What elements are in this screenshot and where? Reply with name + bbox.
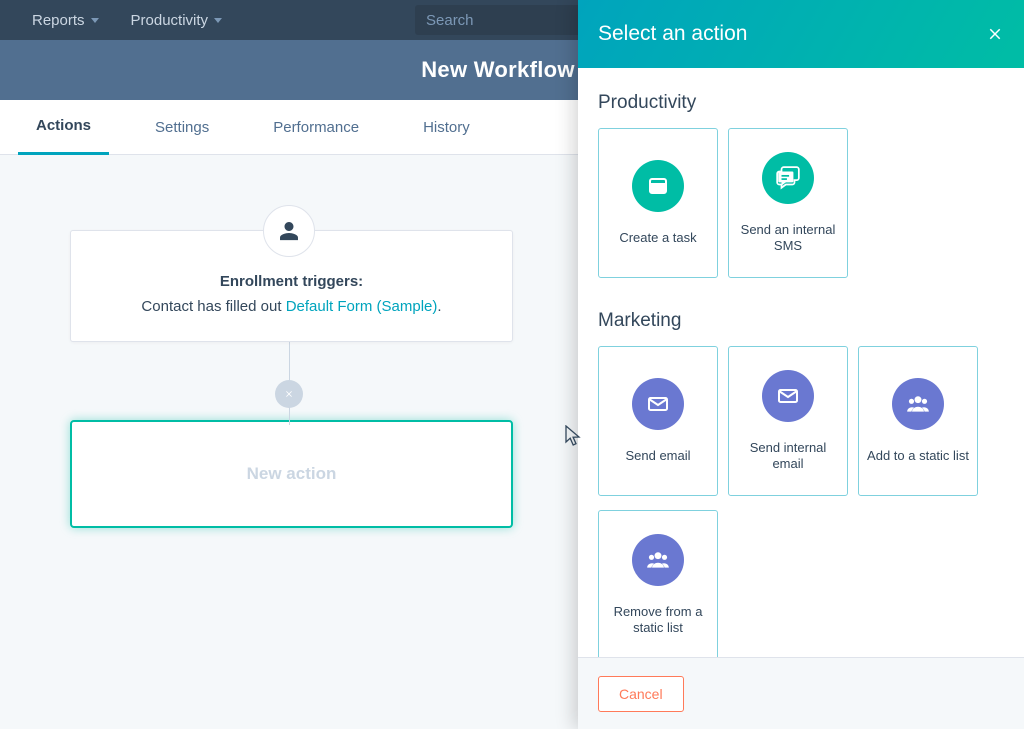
chevron-down-icon — [91, 18, 99, 23]
tab-label: Actions — [36, 117, 91, 134]
nav-item-productivity[interactable]: Productivity — [131, 12, 223, 29]
tab-label: History — [423, 119, 470, 136]
tab-performance[interactable]: Performance — [255, 100, 377, 155]
workflow-title: New Workflow — [421, 57, 575, 83]
card-label: Send an internal SMS — [729, 222, 847, 255]
panel-body: Productivity Create a task Send an inter… — [578, 68, 1024, 657]
action-card-send-internal-email[interactable]: Send internal email — [728, 346, 848, 496]
workflow-canvas: Enrollment triggers: Contact has filled … — [0, 155, 578, 729]
tab-settings[interactable]: Settings — [137, 100, 227, 155]
action-card-create-task[interactable]: Create a task — [598, 128, 718, 278]
tab-label: Settings — [155, 119, 209, 136]
action-card-add-static-list[interactable]: Add to a static list — [858, 346, 978, 496]
action-card-send-email[interactable]: Send email — [598, 346, 718, 496]
panel-title: Select an action — [598, 22, 747, 46]
cancel-button[interactable]: Cancel — [598, 676, 684, 712]
new-action-card[interactable]: New action — [70, 420, 513, 528]
card-label: Remove from a static list — [599, 604, 717, 637]
card-label: Send email — [619, 448, 696, 464]
section-title-productivity: Productivity — [598, 92, 1004, 114]
panel-header: Select an action — [578, 0, 1024, 68]
group-icon — [632, 534, 684, 586]
close-icon — [284, 389, 294, 399]
new-action-label: New action — [247, 464, 337, 484]
card-label: Add to a static list — [861, 448, 975, 464]
section-title-marketing: Marketing — [598, 310, 1004, 332]
action-card-send-internal-sms[interactable]: Send an internal SMS — [728, 128, 848, 278]
remove-step-button[interactable] — [275, 380, 303, 408]
nav-item-label: Productivity — [131, 12, 209, 29]
tab-actions[interactable]: Actions — [18, 100, 109, 155]
action-card-remove-static-list[interactable]: Remove from a static list — [598, 510, 718, 657]
card-label: Send internal email — [729, 440, 847, 473]
close-panel-button[interactable] — [984, 23, 1006, 45]
productivity-card-row: Create a task Send an internal SMS — [598, 128, 1004, 292]
window-icon — [632, 160, 684, 212]
envelope-icon — [632, 378, 684, 430]
tab-label: Performance — [273, 119, 359, 136]
cancel-label: Cancel — [619, 686, 663, 702]
chevron-down-icon — [214, 18, 222, 23]
marketing-card-row: Send email Send internal email Add to a … — [598, 346, 1004, 657]
group-icon — [892, 378, 944, 430]
card-label: Create a task — [613, 230, 702, 246]
nav-item-label: Reports — [32, 12, 85, 29]
trigger-form-link[interactable]: Default Form (Sample) — [286, 298, 438, 315]
person-icon — [263, 205, 315, 257]
close-icon — [986, 25, 1004, 43]
trigger-heading: Enrollment triggers: — [95, 273, 488, 290]
envelope-icon — [762, 370, 814, 422]
tab-history[interactable]: History — [405, 100, 488, 155]
action-panel: Select an action Productivity Create a t… — [578, 0, 1024, 729]
chat-icon — [762, 152, 814, 204]
panel-footer: Cancel — [578, 657, 1024, 729]
trigger-text: Contact has filled out Default Form (Sam… — [95, 298, 488, 315]
nav-item-reports[interactable]: Reports — [32, 12, 99, 29]
